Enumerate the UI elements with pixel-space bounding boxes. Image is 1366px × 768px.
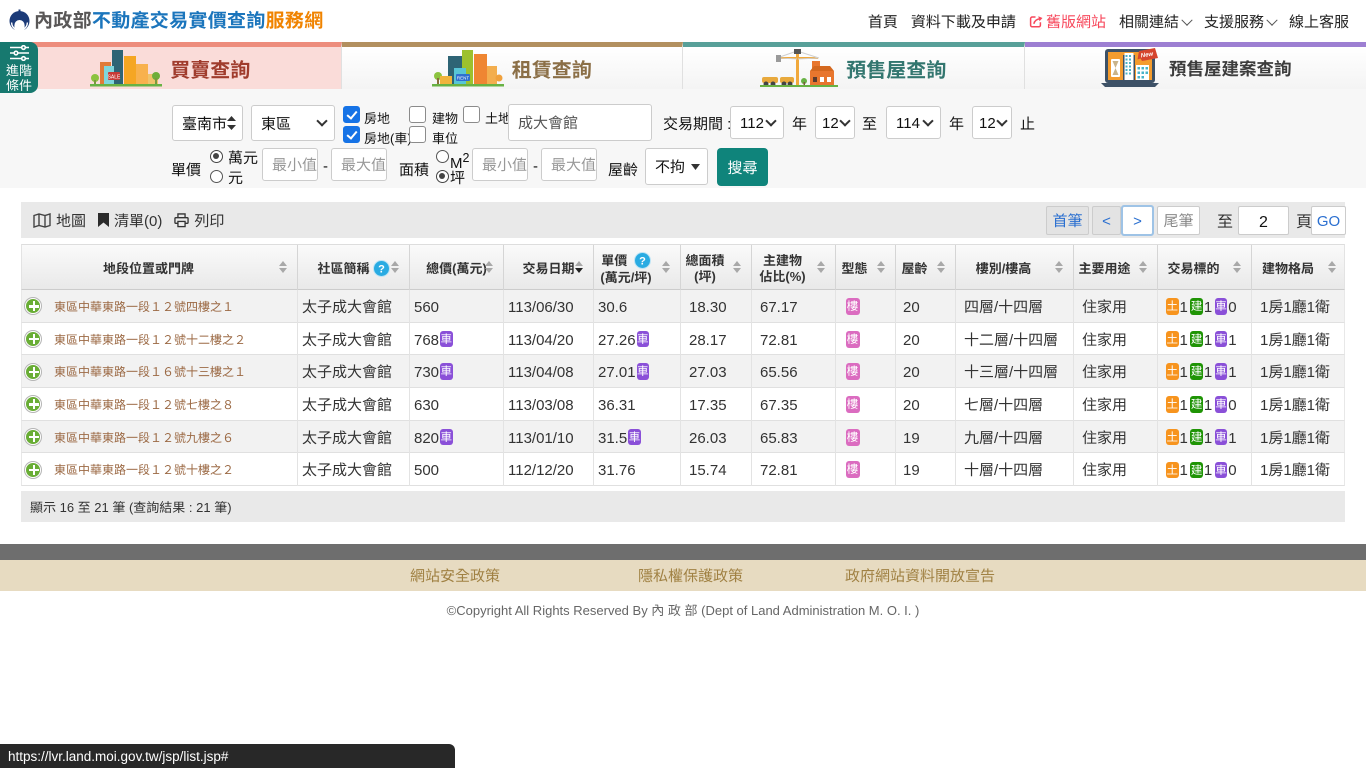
- svg-text:RENT: RENT: [457, 76, 470, 81]
- svg-text:?: ?: [378, 263, 385, 275]
- svg-text:SALE: SALE: [108, 75, 121, 81]
- svg-text:?: ?: [639, 255, 646, 267]
